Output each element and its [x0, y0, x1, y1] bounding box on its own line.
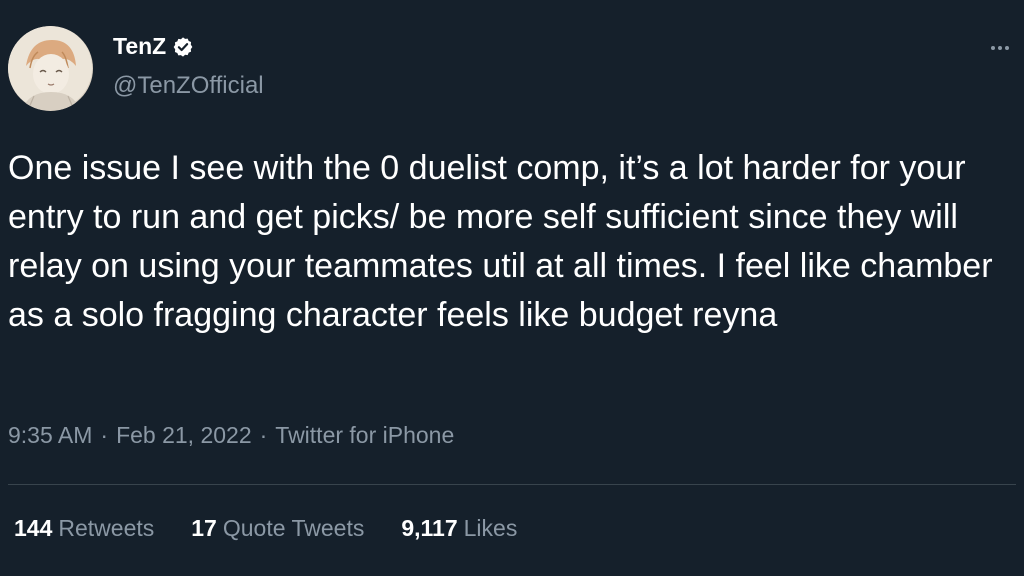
- retweets-label: Retweets: [58, 515, 155, 541]
- tweet-meta: 9:35 AM · Feb 21, 2022 · Twitter for iPh…: [8, 422, 454, 449]
- avatar-illustration-icon: [8, 26, 92, 111]
- tweet-source[interactable]: Twitter for iPhone: [275, 422, 454, 449]
- more-options-icon: [1005, 46, 1009, 50]
- tweet-date[interactable]: Feb 21, 2022: [116, 422, 252, 449]
- author-name[interactable]: TenZ: [113, 33, 166, 60]
- meta-separator: ·: [100, 422, 109, 448]
- divider: [8, 484, 1016, 485]
- more-options-button[interactable]: [984, 38, 1016, 58]
- retweets-count: 144: [14, 515, 53, 541]
- tweet-stats: 144 Retweets 17 Quote Tweets 9,117 Likes: [14, 515, 517, 542]
- tweet-card: TenZ @TenZOfficial One issue I see with …: [0, 0, 1024, 576]
- more-options-icon: [991, 46, 995, 50]
- tweet-text: One issue I see with the 0 duelist comp,…: [8, 149, 993, 334]
- retweets-stat[interactable]: 144 Retweets: [14, 515, 154, 542]
- quote-tweets-stat[interactable]: 17 Quote Tweets: [191, 515, 364, 542]
- likes-label: Likes: [463, 515, 518, 541]
- likes-count: 9,117: [401, 515, 458, 541]
- quote-tweets-count: 17: [191, 515, 217, 541]
- avatar[interactable]: [8, 26, 93, 111]
- meta-separator: ·: [259, 422, 268, 448]
- likes-stat[interactable]: 9,117 Likes: [401, 515, 517, 542]
- tweet-time[interactable]: 9:35 AM: [8, 422, 92, 449]
- verified-badge-icon: [173, 36, 193, 57]
- quote-tweets-label: Quote Tweets: [222, 515, 365, 541]
- author-handle[interactable]: @TenZOfficial: [113, 72, 264, 100]
- author-name-row[interactable]: TenZ: [113, 33, 194, 60]
- more-options-icon: [998, 46, 1002, 50]
